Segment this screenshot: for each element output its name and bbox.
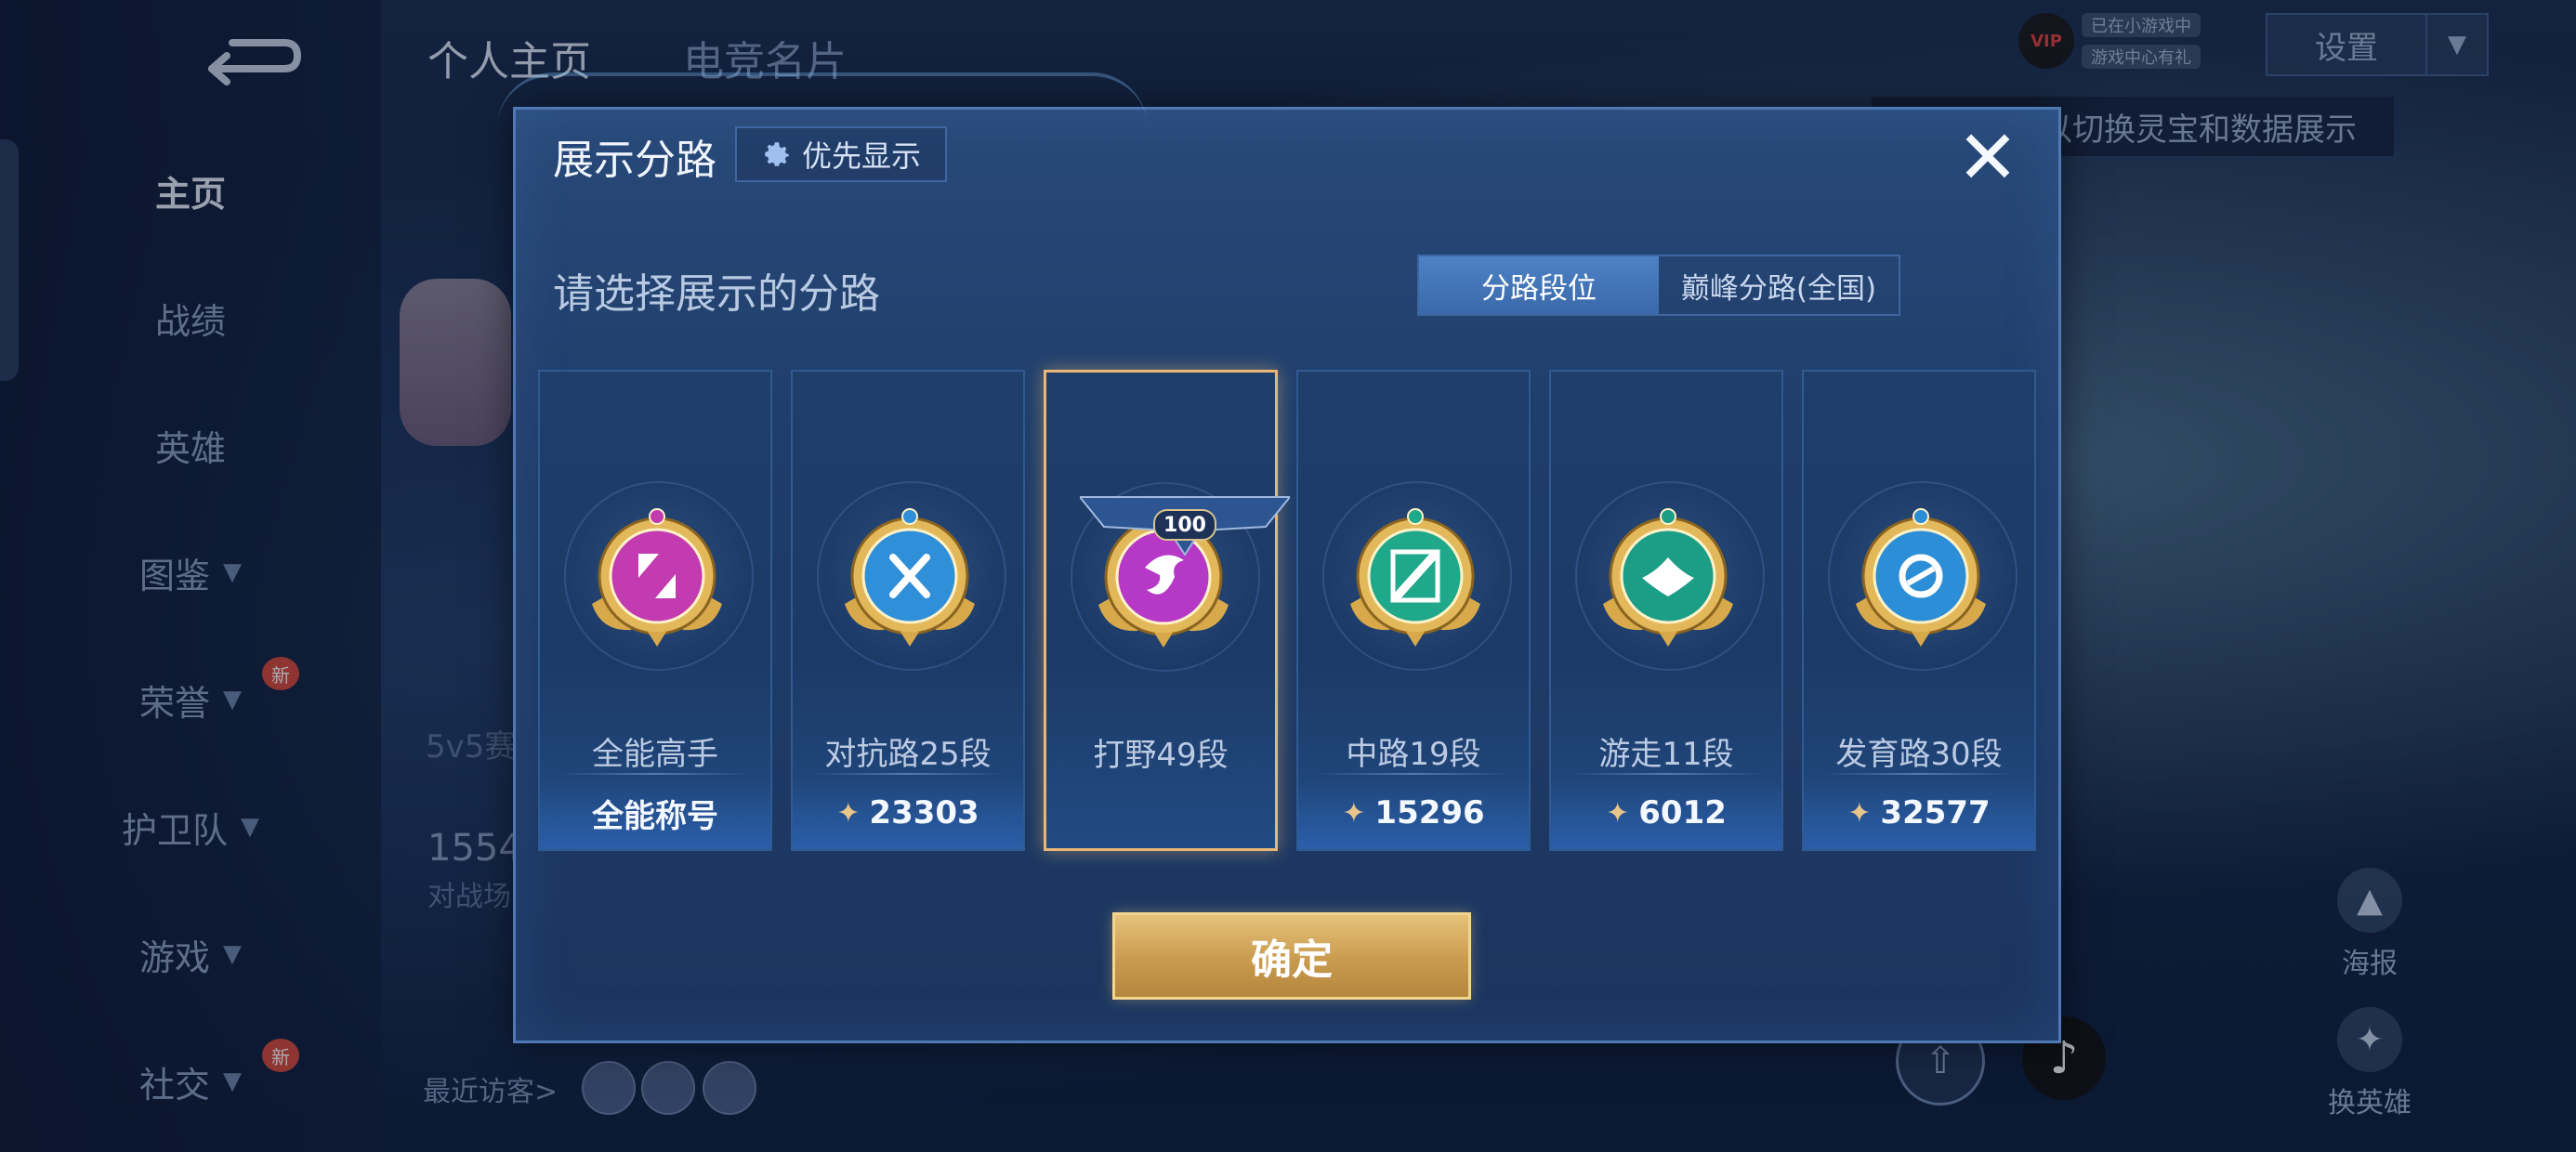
lane-points-value: 6012 xyxy=(1638,794,1727,831)
lane-rank-label: 全能高手 xyxy=(592,736,718,773)
lane-card[interactable]: 发育路30段 ✦ 32577 xyxy=(1802,370,2036,851)
confirm-button[interactable]: 确定 xyxy=(1112,912,1471,1000)
lane-points-value: 23303 xyxy=(869,794,979,831)
divider xyxy=(811,773,1005,775)
lane-rank-label: 打野49段 xyxy=(1093,737,1229,774)
lane-points-row: 全能称号 xyxy=(540,777,770,849)
lane-card[interactable]: 中路19段 ✦ 15296 xyxy=(1296,370,1531,851)
lane-points-row: ✦ 15296 xyxy=(1298,777,1529,849)
lane-display-dialog: 展示分路 优先显示 ✕ 请选择展示的分路 分路段位 巅峰分路(全国) 全能高手全… xyxy=(497,72,2061,1043)
close-button[interactable]: ✕ xyxy=(1951,121,2025,195)
divider xyxy=(1570,773,1763,775)
lane-points-row: ✦ 32577 xyxy=(1804,777,2034,849)
peak-points-icon: ✦ xyxy=(1847,796,1872,830)
priority-display-label: 优先显示 xyxy=(801,138,921,174)
clash-lane-emblem-icon xyxy=(845,508,975,647)
lane-card-list: 全能高手 全能称号 对抗路25段 ✦ 23303 打野49段 100 中路19段 ✦ 15296 游… xyxy=(538,370,2044,853)
lane-rank-label: 游走11段 xyxy=(1598,736,1734,773)
lane-card[interactable]: 游走11段 ✦ 6012 xyxy=(1549,370,1783,851)
priority-display-button[interactable]: 优先显示 xyxy=(735,126,947,182)
dialog-subtitle: 请选择展示的分路 xyxy=(553,270,880,318)
lane-rank-label: 对抗路25段 xyxy=(824,736,992,773)
lane-rank-label: 中路19段 xyxy=(1346,736,1481,773)
star-count-plate: 100 xyxy=(1080,496,1290,556)
peak-points-icon: ✦ xyxy=(1342,796,1366,830)
peak-points-icon: ✦ xyxy=(1606,796,1630,830)
lane-points-value: 15296 xyxy=(1374,794,1485,831)
lane-mode-tabs: 分路段位 巅峰分路(全国) xyxy=(1417,255,1900,316)
gear-icon xyxy=(765,142,789,166)
peak-points-icon: ✦ xyxy=(836,796,861,830)
star-count: 100 xyxy=(1163,514,1206,537)
divider xyxy=(559,773,752,775)
roam-emblem-icon xyxy=(1603,508,1733,647)
lane-card[interactable]: 全能高手 全能称号 xyxy=(538,370,772,851)
dialog-title: 展示分路 xyxy=(553,137,716,184)
lane-points-value: 32577 xyxy=(1880,794,1991,831)
lane-card[interactable]: 对抗路25段 ✦ 23303 xyxy=(791,370,1025,851)
lane-points-row: ✦ 6012 xyxy=(1551,777,1781,849)
mid-lane-emblem-icon xyxy=(1350,508,1480,647)
lane-card[interactable]: 打野49段 100 xyxy=(1044,370,1290,851)
close-icon: ✕ xyxy=(1956,114,2019,201)
lane-points-row: ✦ 23303 xyxy=(793,777,1023,849)
allround-emblem-icon xyxy=(592,508,722,647)
tab-peak-lane[interactable]: 巅峰分路(全国) xyxy=(1659,256,1899,314)
tab-lane-rank[interactable]: 分路段位 xyxy=(1419,256,1659,314)
lane-rank-label: 发育路30段 xyxy=(1835,736,2003,773)
divider xyxy=(1317,773,1510,775)
lane-points-value: 全能称号 xyxy=(592,797,718,835)
farm-lane-emblem-icon xyxy=(1856,508,1986,647)
divider xyxy=(1822,773,2016,775)
